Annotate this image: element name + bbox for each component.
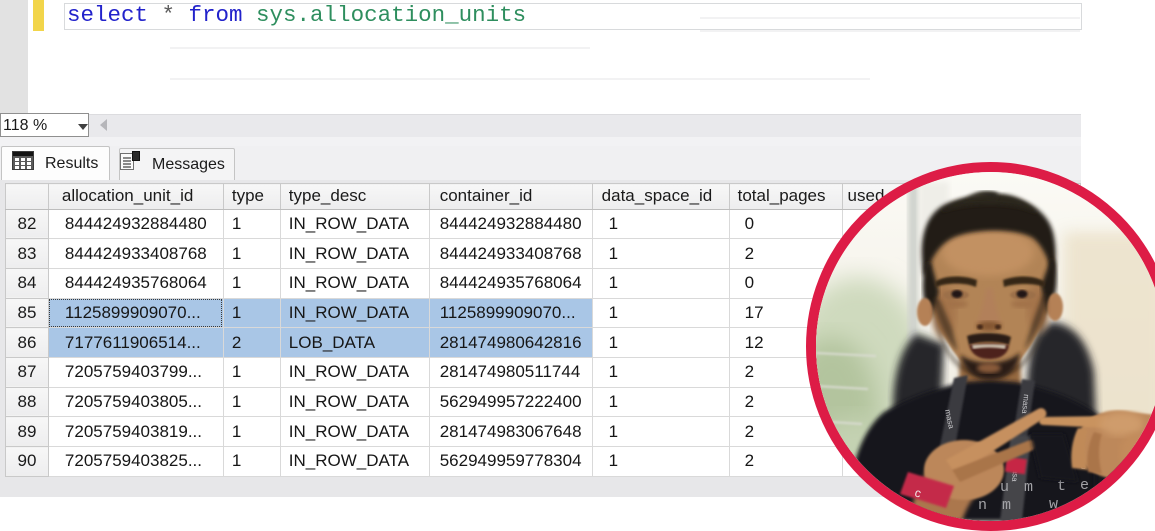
svg-text:e: e bbox=[1080, 477, 1089, 494]
svg-text:w: w bbox=[1049, 496, 1058, 513]
svg-text:f: f bbox=[1125, 479, 1134, 496]
svg-text:m: m bbox=[1024, 479, 1033, 496]
svg-text:q: q bbox=[1074, 496, 1083, 513]
svg-text:n: n bbox=[978, 497, 987, 514]
svg-text:p: p bbox=[1102, 478, 1111, 495]
svg-text:u: u bbox=[1000, 479, 1009, 496]
svg-text:m: m bbox=[1002, 497, 1011, 514]
svg-text:a: a bbox=[1099, 496, 1108, 513]
